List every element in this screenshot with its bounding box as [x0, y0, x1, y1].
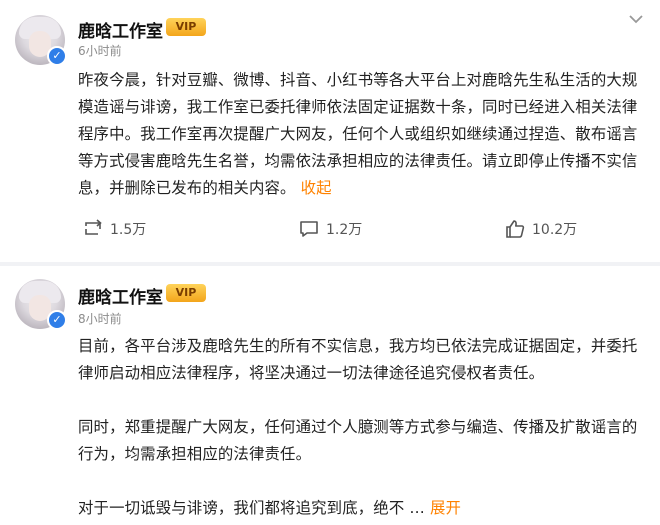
comment-button[interactable]: 1.2万: [298, 217, 362, 241]
action-bar: 1.5万 1.2万 10.2万: [0, 213, 660, 245]
chevron-down-icon[interactable]: [626, 10, 646, 30]
expand-link[interactable]: 展开: [430, 499, 461, 517]
comment-count: 1.2万: [326, 222, 363, 238]
like-count: 10.2万: [532, 222, 578, 238]
post-body: 目前，各平台涉及鹿晗先生的所有不实信息，我方均已依法完成证据固定，并委托律师启动…: [78, 333, 648, 522]
repost-icon: [82, 218, 104, 240]
post-card: ✓ 鹿晗工作室 VIP 8小时前 目前，各平台涉及鹿晗先生的所有不实信息，我方均…: [0, 266, 660, 525]
like-icon: [504, 218, 526, 240]
post-card: ✓ 鹿晗工作室 VIP 6小时前 昨夜今晨，针对豆瓣、微博、抖音、小红书等各大平…: [0, 0, 660, 262]
avatar[interactable]: ✓: [15, 15, 67, 66]
post-paragraph: 同时，郑重提醒广大网友，任何通过个人臆测等方式参与编造、传播及扩散谣言的行为，均…: [78, 418, 638, 463]
account-name[interactable]: 鹿晗工作室: [78, 17, 163, 42]
post-body: 昨夜今晨，针对豆瓣、微博、抖音、小红书等各大平台上对鹿晗先生私生活的大规模造谣与…: [78, 67, 648, 202]
repost-button[interactable]: 1.5万: [82, 217, 146, 241]
verified-icon: ✓: [47, 310, 67, 330]
comment-icon: [298, 218, 320, 240]
post-paragraph: 对于一切诋毁与诽谤，我们都将追究到底，绝不 …: [78, 499, 425, 517]
post-time[interactable]: 8小时前: [78, 310, 122, 327]
collapse-link[interactable]: 收起: [301, 179, 332, 197]
vip-badge-icon: VIP: [166, 18, 206, 36]
avatar[interactable]: ✓: [15, 279, 67, 330]
post-text: 昨夜今晨，针对豆瓣、微博、抖音、小红书等各大平台上对鹿晗先生私生活的大规模造谣与…: [78, 71, 638, 197]
like-button[interactable]: 10.2万: [504, 217, 577, 241]
post-paragraph: 目前，各平台涉及鹿晗先生的所有不实信息，我方均已依法完成证据固定，并委托律师启动…: [78, 337, 638, 382]
repost-count: 1.5万: [110, 222, 147, 238]
verified-icon: ✓: [47, 46, 67, 66]
post-time[interactable]: 6小时前: [78, 42, 122, 59]
account-name[interactable]: 鹿晗工作室: [78, 283, 163, 308]
vip-badge-icon: VIP: [166, 284, 206, 302]
